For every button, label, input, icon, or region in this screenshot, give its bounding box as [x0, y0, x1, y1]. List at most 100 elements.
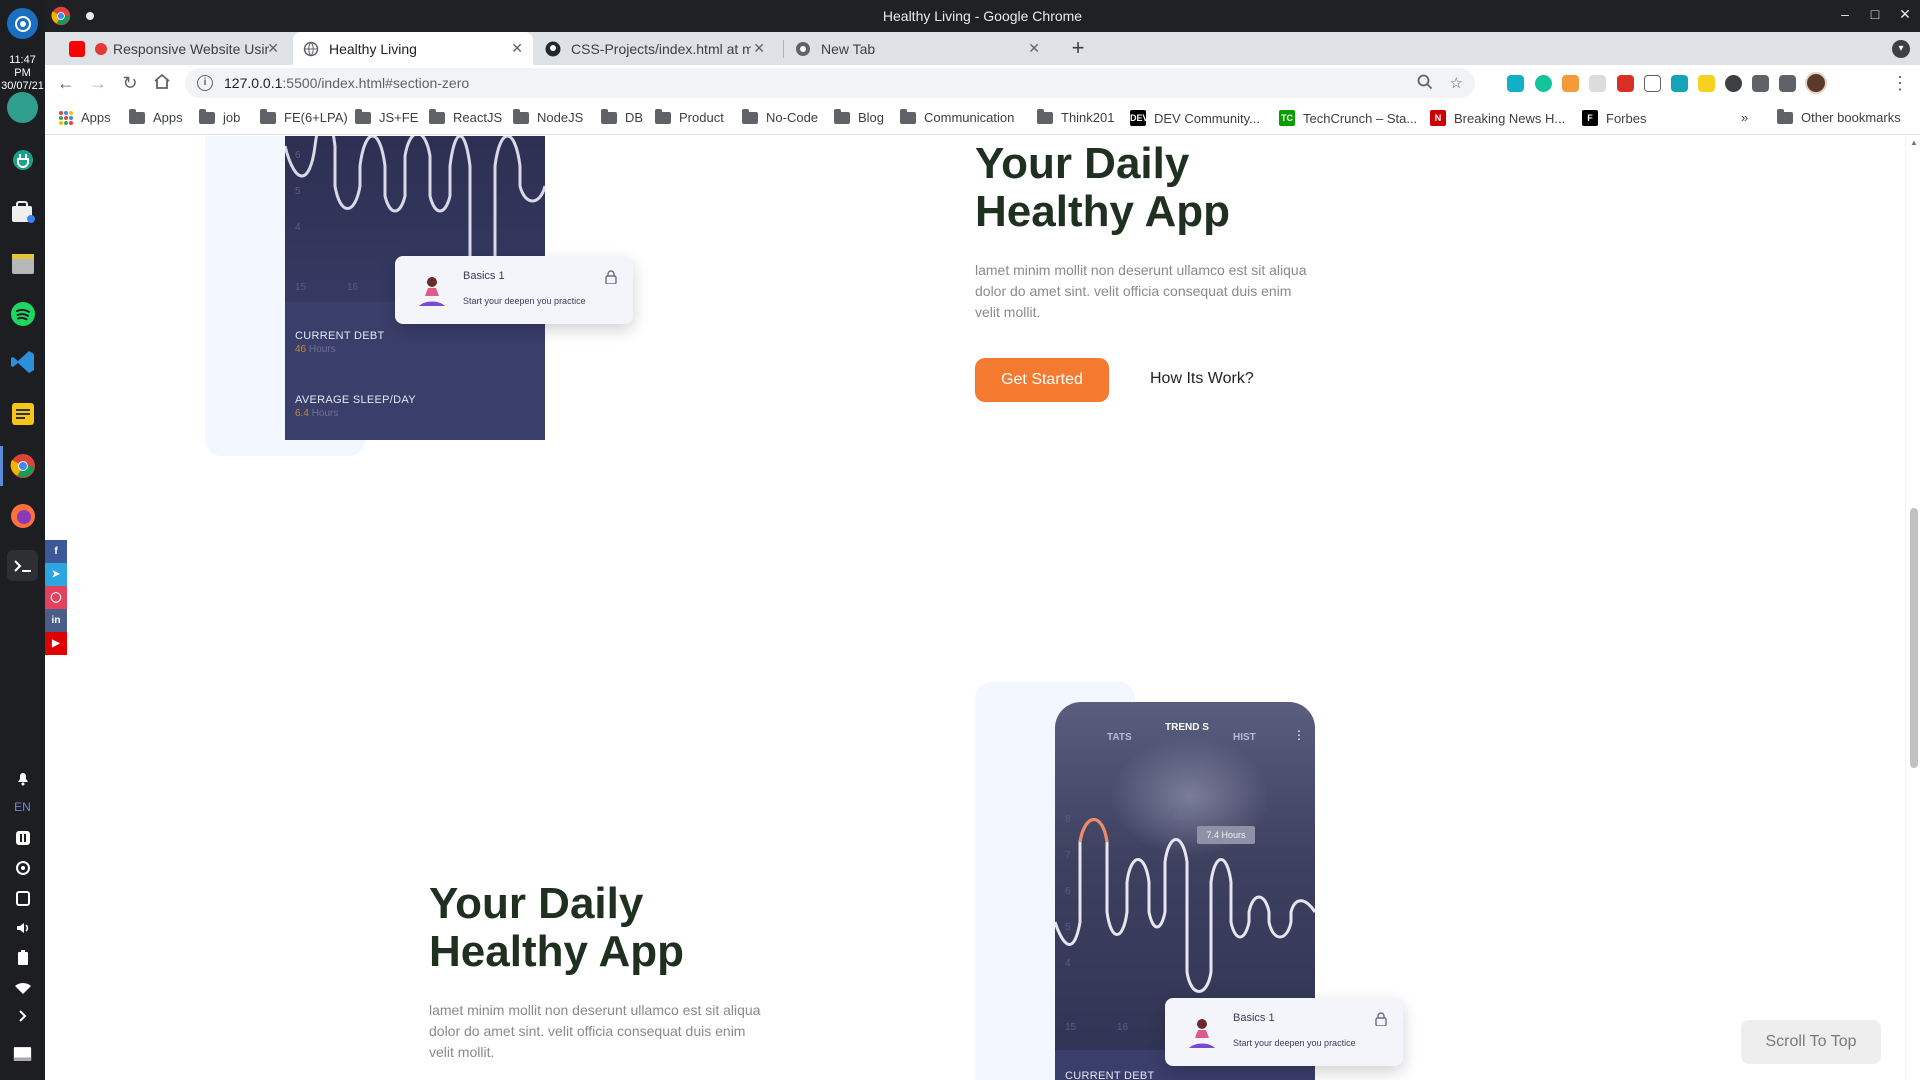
folder-icon: [199, 108, 215, 124]
bookmark-folder-product[interactable]: Product: [655, 108, 724, 125]
yoga-figure-icon: [1189, 1019, 1215, 1048]
files-app-icon[interactable]: [7, 248, 38, 279]
instagram-icon[interactable]: ◯: [45, 586, 67, 609]
wifi-icon[interactable]: [13, 978, 32, 997]
close-tab-icon[interactable]: ✕: [1028, 40, 1040, 57]
aperture-app-icon[interactable]: [7, 92, 38, 123]
battery-icon[interactable]: [13, 948, 32, 967]
keyboard-language[interactable]: EN: [0, 800, 45, 814]
show-desktop-icon[interactable]: [13, 1044, 32, 1063]
scroll-to-top-button[interactable]: Scroll To Top: [1741, 1020, 1881, 1064]
tab-strip: Responsive Website Using ✕ Healthy Livin…: [45, 32, 1920, 65]
bookmark-folder-nodejs[interactable]: NodeJS: [513, 108, 583, 125]
bookmark-folder-communication[interactable]: Communication: [900, 108, 1014, 125]
linkedin-icon[interactable]: in: [45, 609, 67, 632]
address-bar[interactable]: i 127.0.0.1:5500/index.html#section-zero…: [185, 68, 1475, 98]
site-info-icon[interactable]: i: [197, 75, 213, 91]
firefox-icon[interactable]: [7, 500, 38, 531]
tab-new-tab[interactable]: New Tab ✕: [785, 32, 1050, 65]
chrome-menu-icon[interactable]: ⋮: [1889, 72, 1911, 94]
bookmark-other[interactable]: Other bookmarks: [1777, 108, 1901, 125]
bookmark-folder-jsfe[interactable]: JS+FE: [355, 108, 418, 125]
chart-axis-label: 5: [295, 186, 301, 197]
zoom-icon[interactable]: [1417, 74, 1433, 94]
folder-icon: [355, 108, 371, 124]
clipboard-icon[interactable]: [13, 888, 32, 907]
extension-ghost-icon[interactable]: [1725, 75, 1742, 92]
bookmark-label: job: [223, 110, 241, 125]
youtube-icon[interactable]: ▶: [45, 632, 67, 655]
bookmark-folder-think201[interactable]: Think201: [1037, 108, 1114, 125]
tab-github[interactable]: CSS-Projects/index.html at m ✕: [535, 32, 775, 65]
practice-card[interactable]: Basics 1 Start your deepen you practice: [1165, 998, 1403, 1066]
bookmark-folder-fe[interactable]: FE(6+LPA): [260, 108, 348, 125]
tab-healthy-living[interactable]: Healthy Living ✕: [293, 32, 533, 65]
dock-active-indicator: [0, 446, 3, 486]
chevron-right-icon[interactable]: [13, 1006, 32, 1025]
bookmark-forbes[interactable]: F Forbes: [1582, 110, 1646, 126]
bookmark-breaking-news[interactable]: N Breaking News H...: [1430, 110, 1565, 126]
more-vertical-icon[interactable]: ⋮: [1293, 728, 1305, 742]
profile-avatar[interactable]: [1805, 72, 1827, 94]
close-window-icon[interactable]: ✕: [1895, 6, 1915, 23]
bookmark-techcrunch[interactable]: TC TechCrunch – Sta...: [1279, 110, 1417, 126]
extension-pen-icon[interactable]: [1507, 75, 1524, 92]
grammarly-icon[interactable]: [1535, 75, 1552, 92]
bookmark-dev[interactable]: DEV DEV Community...: [1130, 110, 1260, 126]
back-arrow-icon[interactable]: ←: [55, 72, 77, 94]
stat-label: CURRENT DEBT: [295, 330, 385, 342]
url-text[interactable]: 127.0.0.1:5500/index.html#section-zero: [224, 75, 469, 91]
new-tab-button[interactable]: +: [1065, 36, 1091, 62]
minimize-icon[interactable]: –: [1835, 6, 1855, 22]
extension-gmail-icon[interactable]: [1617, 75, 1634, 92]
close-tab-icon[interactable]: ✕: [511, 40, 523, 57]
extensions-puzzle-icon[interactable]: [1752, 75, 1769, 92]
scrollbar-thumb[interactable]: [1910, 508, 1918, 768]
maximize-icon[interactable]: □: [1865, 6, 1885, 22]
tab-search-icon[interactable]: ▾: [1892, 40, 1910, 58]
forward-arrow-icon[interactable]: →: [87, 72, 109, 94]
tab-youtube[interactable]: Responsive Website Using ✕: [59, 32, 289, 65]
bookmark-folder-db[interactable]: DB: [601, 108, 643, 125]
bookmark-folder-apps[interactable]: Apps: [129, 108, 183, 125]
how-it-works-link[interactable]: How Its Work?: [1150, 370, 1254, 388]
page-scrollbar[interactable]: ▲: [1905, 136, 1920, 1080]
notes-app-icon[interactable]: [7, 398, 38, 429]
extension-blank-icon[interactable]: [1589, 75, 1606, 92]
bookmark-apps[interactable]: Apps: [59, 110, 111, 125]
bookmark-label: Blog: [858, 110, 885, 125]
telegram-icon[interactable]: ➤: [45, 563, 67, 586]
notification-bell-icon[interactable]: [13, 768, 32, 787]
home-icon[interactable]: [151, 72, 173, 94]
extension-honey-icon[interactable]: [1562, 75, 1579, 92]
reading-list-icon[interactable]: [1779, 75, 1796, 92]
extension-code-icon[interactable]: [1644, 75, 1661, 92]
bookmarks-overflow[interactable]: »: [1741, 110, 1748, 125]
store-app-icon[interactable]: [7, 196, 38, 227]
vscode-icon[interactable]: [7, 346, 38, 377]
get-started-button[interactable]: Get Started: [975, 358, 1109, 402]
chart-axis-label: 7: [1065, 850, 1071, 861]
scroll-up-arrow-icon[interactable]: ▲: [1910, 138, 1918, 147]
bookmark-star-icon[interactable]: ☆: [1450, 74, 1463, 92]
bookmark-folder-blog[interactable]: Blog: [834, 108, 885, 125]
close-tab-icon[interactable]: ✕: [753, 40, 765, 57]
sync-icon[interactable]: [13, 858, 32, 877]
extension-highlighter-icon[interactable]: [1698, 75, 1715, 92]
practice-card[interactable]: Basics 1 Start your deepen you practice: [395, 256, 633, 324]
extension-flag-icon[interactable]: [1671, 75, 1688, 92]
reload-icon[interactable]: ↻: [119, 72, 141, 94]
launcher-icon[interactable]: [7, 8, 38, 39]
spotify-icon[interactable]: [7, 298, 38, 329]
volume-icon[interactable]: [13, 918, 32, 937]
pause-icon[interactable]: [13, 828, 32, 847]
close-tab-icon[interactable]: ✕: [267, 40, 279, 57]
chrome-icon[interactable]: [7, 450, 38, 481]
facebook-icon[interactable]: f: [45, 540, 67, 563]
plug-app-icon[interactable]: [7, 144, 38, 175]
bookmark-folder-nocode[interactable]: No-Code: [742, 108, 818, 125]
bookmark-folder-reactjs[interactable]: ReactJS: [429, 108, 502, 125]
bookmark-folder-job[interactable]: job: [199, 108, 241, 125]
terminal-icon[interactable]: [7, 550, 38, 581]
card-subtitle: Start your deepen you practice: [1233, 1038, 1356, 1048]
